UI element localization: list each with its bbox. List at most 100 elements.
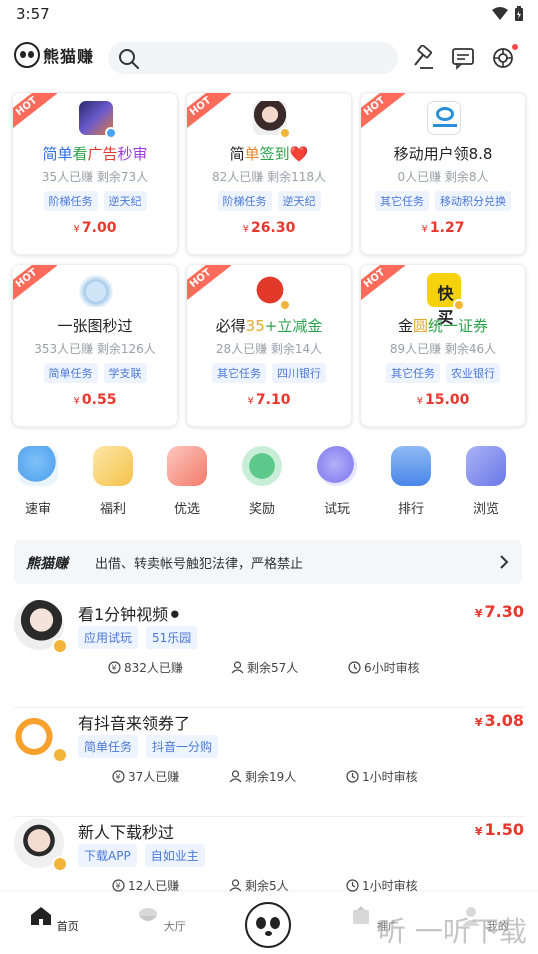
search-bar[interactable]: [108, 42, 398, 74]
hot-badge: HOT: [13, 265, 58, 306]
remaining-count: 剩余19人: [245, 770, 297, 784]
task-card[interactable]: HOT 快买 金圆统一证券 89人已赚 剩余46人 其它任务 农业银行 ¥15.0…: [360, 264, 526, 427]
earned-count: 37人已赚: [128, 770, 180, 784]
clock-icon: [348, 661, 361, 674]
category-nav: 速审 福利 优选 奖励 试玩 排行 浏览: [0, 446, 538, 526]
card-price: ¥26.30: [242, 220, 296, 236]
tag: 其它任务: [386, 363, 440, 383]
tag: 逆天纪: [277, 191, 321, 211]
task-thumbnail: [79, 273, 113, 307]
tab-home[interactable]: 首页: [24, 904, 84, 934]
panda-center-button[interactable]: [245, 902, 291, 948]
nav-item-featured[interactable]: 优选: [157, 446, 217, 517]
verified-badge-icon: [52, 747, 68, 763]
card-price: ¥7.00: [73, 220, 117, 236]
task-list-item[interactable]: 有抖音来领券了 简单任务 抖音一分购 ¥3.08 ¥37人已赚 剩余19人 1小时…: [14, 709, 524, 817]
person-icon: [231, 661, 244, 674]
status-time: 3:57: [16, 5, 50, 23]
nav-item-fast-review[interactable]: 速审: [8, 446, 68, 517]
tag: 移动积分兑换: [435, 191, 511, 211]
clock-icon: [346, 770, 359, 783]
card-tags: 阶梯任务 逆天纪: [187, 191, 351, 211]
person-icon: [229, 879, 242, 892]
hot-badge: HOT: [187, 265, 232, 306]
verified-badge-icon: [279, 127, 291, 139]
earned-count: 832人已赚: [124, 661, 183, 675]
card-price: ¥7.10: [247, 392, 291, 408]
task-thumbnail: 快买: [427, 273, 465, 327]
tag: 简单任务: [78, 735, 139, 758]
task-tags: 简单任务 抖音一分购: [78, 735, 219, 758]
task-tags: 应用试玩 51乐园: [78, 626, 198, 649]
tag: 应用试玩: [78, 626, 139, 649]
person-icon: [229, 770, 242, 783]
task-price: ¥1.50: [474, 820, 524, 839]
tag: 阶梯任务: [43, 191, 98, 211]
search-icon: [119, 49, 139, 69]
review-time: 1小时审核: [362, 770, 418, 784]
task-list-item[interactable]: 看1分钟视频⚫ 应用试玩 51乐园 ¥7.30 ¥832人已赚 剩余57人 6小时…: [14, 600, 524, 708]
welfare-icon: [93, 446, 133, 486]
card-tags: 阶梯任务 逆天纪: [13, 191, 177, 211]
yen-coin-icon: ¥: [112, 770, 125, 783]
nav-item-trial[interactable]: 试玩: [307, 446, 367, 517]
tag: 农业银行: [446, 363, 500, 383]
task-price: ¥3.08: [474, 711, 524, 730]
tag: 学支联: [103, 363, 147, 383]
card-title: 简单签到❤️: [229, 145, 309, 163]
task-price: ¥7.30: [474, 602, 524, 621]
task-avatar: [14, 818, 68, 872]
notice-text: 出借、转卖帐号触犯法律，严格禁止: [95, 557, 304, 572]
task-thumbnail: [79, 101, 117, 139]
message-icon[interactable]: [450, 45, 476, 71]
task-title: 看1分钟视频⚫: [78, 605, 182, 624]
tag: 逆天纪: [103, 191, 147, 211]
task-card[interactable]: HOT 一张图秒过 353人已赚 剩余126人 简单任务 学支联 ¥0.55: [12, 264, 178, 427]
task-card[interactable]: HOT 简单看广告秒审 35人已赚 剩余73人 阶梯任务 逆天纪 ¥7.00: [12, 92, 178, 255]
fast-review-icon: [18, 446, 58, 486]
nav-item-ranking[interactable]: 排行: [381, 446, 441, 517]
nav-item-welfare[interactable]: 福利: [83, 446, 143, 517]
task-card[interactable]: HOT 移动用户领8.8 0人已赚 剩余8人 其它任务 移动积分兑换 ¥1.27: [360, 92, 526, 255]
card-title: 一张图秒过: [57, 317, 133, 335]
verified-badge-icon: [453, 299, 465, 311]
verified-badge-icon: [52, 856, 68, 872]
hall-icon: [139, 908, 158, 921]
tag: 抖音一分购: [146, 735, 219, 758]
nav-item-browse[interactable]: 浏览: [456, 446, 516, 517]
task-tags: 下载APP 自如业主: [78, 844, 205, 867]
hammer-icon[interactable]: [411, 45, 437, 71]
tab-hall[interactable]: 大厅: [131, 904, 191, 934]
verified-badge-icon: [279, 299, 291, 311]
trial-game-icon: [317, 446, 357, 486]
nav-item-reward[interactable]: 奖励: [232, 446, 292, 517]
status-bar: 3:57: [0, 0, 538, 30]
system-icons: [492, 6, 524, 22]
clock-icon: [346, 879, 359, 892]
featured-icon: [167, 446, 207, 486]
tag: 自如业主: [144, 844, 205, 867]
card-stats: 353人已赚 剩余126人: [34, 342, 156, 356]
browse-icon: [466, 446, 506, 486]
task-card[interactable]: HOT 简单签到❤️ 82人已赚 剩余118人 阶梯任务 逆天纪 ¥26.30: [186, 92, 352, 255]
card-price: ¥15.00: [416, 392, 470, 408]
task-card[interactable]: HOT 必得35+立减金 28人已赚 剩余14人 其它任务 四川银行 ¥7.10: [186, 264, 352, 427]
notice-banner[interactable]: 熊猫赚 出借、转卖帐号触犯法律，严格禁止: [14, 540, 522, 584]
hot-task-grid: HOT 简单看广告秒审 35人已赚 剩余73人 阶梯任务 逆天纪 ¥7.00 HO…: [12, 92, 526, 427]
tag: 阶梯任务: [217, 191, 272, 211]
card-tags: 简单任务 学支联: [13, 363, 177, 383]
tag: 下载APP: [78, 844, 137, 867]
logo-text: 熊猫赚: [43, 47, 95, 66]
yen-coin-icon: ¥: [112, 879, 125, 892]
hot-badge: HOT: [13, 93, 58, 134]
chevron-right-icon: [500, 555, 509, 569]
hot-badge: HOT: [361, 93, 406, 134]
card-title: 金圆统一证券: [397, 317, 489, 335]
task-thumbnail: [427, 101, 461, 135]
card-tags: 其它任务 农业银行: [361, 363, 525, 383]
task-thumbnail: [253, 101, 291, 139]
verified-badge-icon: [105, 127, 117, 139]
hot-badge: HOT: [361, 265, 406, 306]
svg-text:¥: ¥: [116, 773, 121, 782]
yen-coin-icon: ¥: [108, 661, 121, 674]
